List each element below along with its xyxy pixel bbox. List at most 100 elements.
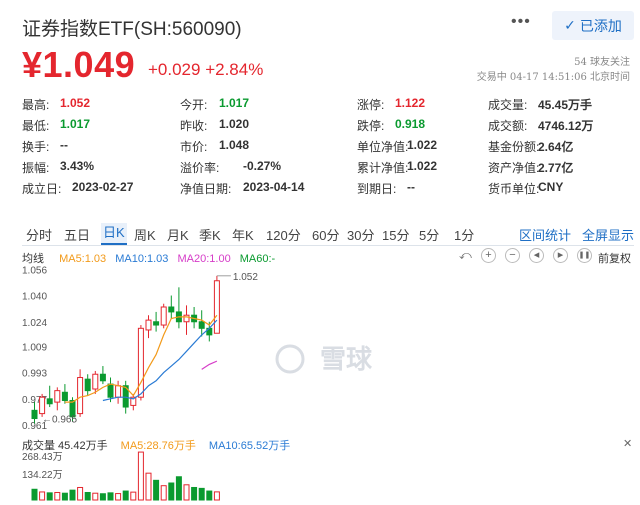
- tab-period[interactable]: 120分: [266, 225, 301, 244]
- candle-body: [92, 373, 99, 390]
- zoom-in-icon[interactable]: +: [481, 248, 496, 263]
- volume-bar: [160, 485, 167, 501]
- volume-bar: [77, 486, 84, 501]
- volume-bar: [31, 488, 38, 501]
- stat-label: 今开:: [180, 98, 208, 112]
- period-tabs: 区间统计 全屏显示 分时 五日 日K 周K 月K 季K 年K 120分 60分 30分 15分 5分 1…: [22, 222, 634, 246]
- candle-body: [198, 321, 205, 329]
- tab-period[interactable]: 30分: [347, 225, 374, 244]
- stats-grid: 最高: 1.052 今开: 1.017 涨停: 1.122 成交量: 45.45万手 最低: 1.…: [22, 96, 634, 201]
- zoom-out-icon[interactable]: −: [505, 248, 520, 263]
- stat-label: 净值日期:: [180, 182, 232, 196]
- volume-bar: [61, 492, 68, 501]
- y-tick-label: 1.024: [22, 318, 47, 329]
- interval-stats-link[interactable]: 区间统计: [519, 225, 571, 244]
- tab-period[interactable]: 月K: [167, 225, 189, 244]
- candle-body: [99, 373, 106, 382]
- tab-period[interactable]: 1分: [454, 225, 474, 244]
- tab-period[interactable]: 五日: [64, 225, 90, 244]
- followers-count[interactable]: 54 球友关注: [477, 55, 630, 70]
- y-tick-label: 1.056: [22, 265, 47, 276]
- candle-body: [213, 280, 220, 334]
- volume-bar: [206, 490, 213, 501]
- stat-item: 今开: 1.017: [180, 96, 249, 113]
- close-volume-icon[interactable]: ✕: [623, 437, 632, 450]
- candle-body: [183, 314, 190, 323]
- tab-period[interactable]: 分时: [26, 225, 52, 244]
- stat-item: 涨停: 1.122: [357, 96, 425, 113]
- tab-period[interactable]: 年K: [232, 225, 254, 244]
- stat-item: 昨收: 1.020: [180, 117, 249, 134]
- scroll-left-icon[interactable]: ◂: [529, 248, 544, 263]
- stat-item: 单位净值: 1.022: [357, 138, 437, 155]
- stat-label: 成交额:: [488, 119, 528, 133]
- stat-label: 跌停:: [357, 119, 385, 133]
- volume-bar: [122, 490, 129, 501]
- undo-icon[interactable]: ⤺: [459, 248, 472, 263]
- stat-value: 1.017: [60, 117, 91, 131]
- stat-label: 成立日:: [22, 182, 62, 196]
- stat-item: 市价: 1.048: [180, 138, 249, 155]
- added-button[interactable]: ✓ 已添加: [552, 11, 634, 40]
- volume-bar: [99, 493, 106, 501]
- stat-value: 1.048: [219, 138, 250, 152]
- tab-period[interactable]: 周K: [134, 225, 156, 244]
- fullscreen-link[interactable]: 全屏显示: [582, 225, 634, 244]
- stat-item: 成交额: 4746.12万: [488, 117, 593, 134]
- stat-label: 换手:: [22, 140, 50, 154]
- volume-value: 成交量 45.42万手: [22, 440, 108, 452]
- page-title: 证券指数ETF(SH:560090): [22, 19, 242, 40]
- follow-info: 54 球友关注 交易中 04-17 14:51:06 北京时间: [477, 55, 630, 85]
- stat-item: 累计净值: 1.022: [357, 159, 437, 176]
- candle-body: [39, 396, 46, 415]
- watermark-logo-icon: [275, 344, 305, 374]
- stat-item: 最高: 1.052: [22, 96, 90, 113]
- pause-icon[interactable]: ❚❚: [577, 248, 592, 263]
- stats-row: 振幅: 3.43% 溢价率: -0.27% 累计净值: 1.022 资产净值: 2.77亿: [22, 159, 634, 180]
- volume-bar: [168, 482, 175, 501]
- volume-bar: [213, 491, 220, 501]
- volume-bar: [69, 489, 76, 501]
- stat-label: 昨收:: [180, 119, 208, 133]
- ma20-line: [201, 360, 218, 370]
- stat-value: 4746.12万: [538, 119, 594, 133]
- stat-item: 货币单位: CNY: [488, 180, 563, 197]
- stat-value: 2023-02-27: [72, 180, 134, 194]
- candle-body: [61, 391, 68, 401]
- stat-label: 成交量:: [488, 98, 528, 112]
- volume-legend: 成交量 45.42万手 MA5:28.76万手 MA10:65.52万手: [22, 437, 300, 453]
- stat-item: 振幅: 3.43%: [22, 159, 94, 176]
- stat-item: 到期日: --: [357, 180, 415, 197]
- stat-value: CNY: [538, 180, 564, 194]
- low-price-label: ←0.965: [42, 415, 77, 426]
- candle-body: [77, 377, 84, 415]
- stat-label: 最低:: [22, 119, 50, 133]
- tab-period[interactable]: 季K: [199, 225, 221, 244]
- stat-value: -0.27%: [243, 159, 282, 173]
- stat-value: 1.022: [407, 138, 438, 152]
- tab-period[interactable]: 15分: [382, 225, 409, 244]
- scroll-right-icon[interactable]: ▸: [553, 248, 568, 263]
- more-menu-button[interactable]: •••: [511, 13, 531, 31]
- price-change: +0.029 +2.84%: [148, 60, 264, 79]
- high-price-label: 1.052: [233, 272, 258, 283]
- kline-chart[interactable]: 雪球1.0561.0401.0241.0090.9930.9770.9611.0…: [20, 262, 634, 502]
- volume-bar: [137, 451, 144, 501]
- tab-period[interactable]: 60分: [312, 225, 339, 244]
- stat-label: 资产净值:: [488, 161, 540, 175]
- stats-row: 换手: -- 市价: 1.048 单位净值: 1.022 基金份额: 2.64亿: [22, 138, 634, 159]
- candle-body: [153, 321, 160, 326]
- stat-item: 成立日: 2023-02-27: [22, 180, 133, 197]
- volume-bar: [39, 491, 46, 501]
- stat-item: 溢价率: -0.27%: [180, 159, 281, 176]
- tab-period[interactable]: 5分: [419, 225, 439, 244]
- candle-body: [145, 319, 152, 331]
- stat-value: 1.017: [219, 96, 250, 110]
- volume-ma10: MA10:65.52万手: [208, 440, 291, 452]
- stat-item: 最低: 1.017: [22, 117, 90, 134]
- stat-label: 单位净值:: [357, 140, 409, 154]
- stats-row: 成立日: 2023-02-27 净值日期: 2023-04-14 到期日: -- 货币单位:…: [22, 180, 634, 201]
- volume-bar: [191, 486, 198, 501]
- tab-period[interactable]: 日K: [101, 223, 127, 245]
- stat-value: 0.918: [395, 117, 426, 131]
